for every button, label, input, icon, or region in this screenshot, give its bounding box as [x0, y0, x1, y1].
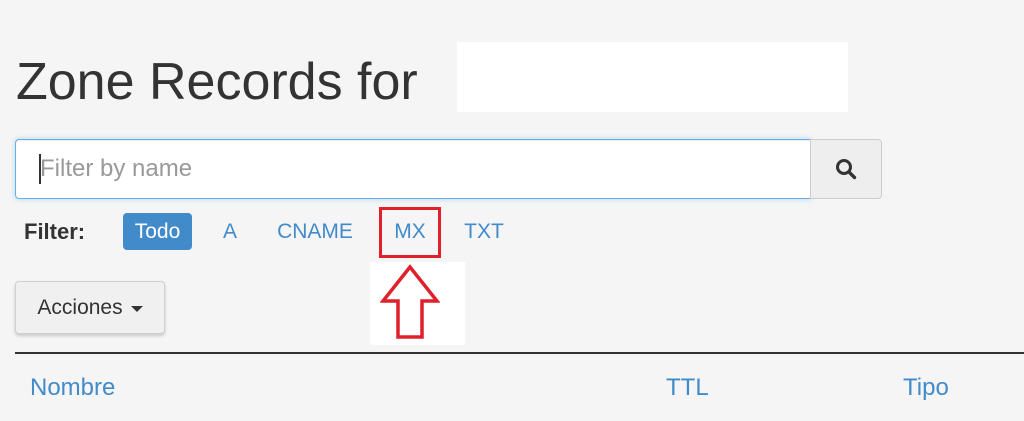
column-header-tipo[interactable]: Tipo [903, 373, 949, 403]
zone-records-page: Zone Records for Filter: Todo A CNAME MX… [0, 0, 1024, 421]
table-header-rule [15, 352, 1024, 354]
mx-highlight-box [379, 207, 441, 258]
filter-label: Filter: [24, 219, 86, 244]
search-button[interactable] [810, 139, 882, 199]
caret-down-icon [130, 305, 143, 312]
actions-dropdown-button[interactable]: Acciones [15, 281, 165, 334]
column-header-nombre[interactable]: Nombre [30, 373, 115, 403]
filter-txt[interactable]: TXT [458, 213, 510, 250]
filter-cname[interactable]: CNAME [270, 213, 360, 250]
text-cursor [39, 154, 41, 184]
filter-a[interactable]: A [215, 213, 245, 250]
filter-todo[interactable]: Todo [123, 213, 192, 250]
up-arrow-icon [380, 264, 440, 339]
domain-redaction [457, 42, 848, 112]
column-header-ttl[interactable]: TTL [666, 373, 709, 403]
search-icon [836, 159, 857, 180]
actions-label: Acciones [37, 295, 123, 319]
page-title: Zone Records for [16, 53, 418, 111]
search-input[interactable] [15, 139, 811, 199]
